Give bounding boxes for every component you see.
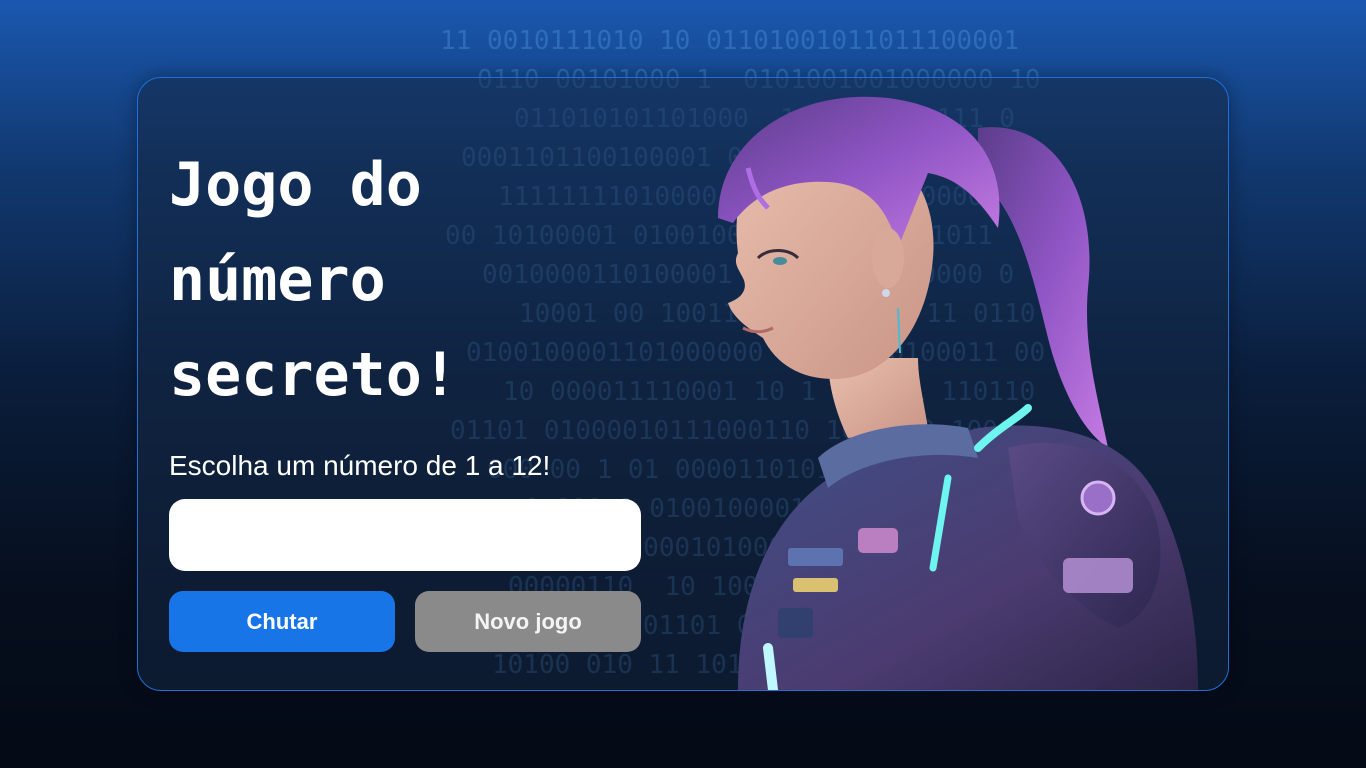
instruction-text: Escolha um número de 1 a 12! [169, 450, 551, 481]
hair-ponytail [978, 127, 1108, 449]
guess-input[interactable] [169, 499, 641, 571]
page-title: Jogo do número secreto! [169, 150, 458, 410]
hero-astronaut-image [678, 48, 1218, 690]
new-game-button[interactable]: Novo jogo [415, 591, 641, 652]
game-container: Jogo do número secreto! Escolha um númer… [137, 77, 1229, 691]
button-row: Chutar Novo jogo [169, 591, 641, 652]
game-content: Jogo do número secreto! Escolha um númer… [169, 138, 641, 652]
guess-button[interactable]: Chutar [169, 591, 395, 652]
